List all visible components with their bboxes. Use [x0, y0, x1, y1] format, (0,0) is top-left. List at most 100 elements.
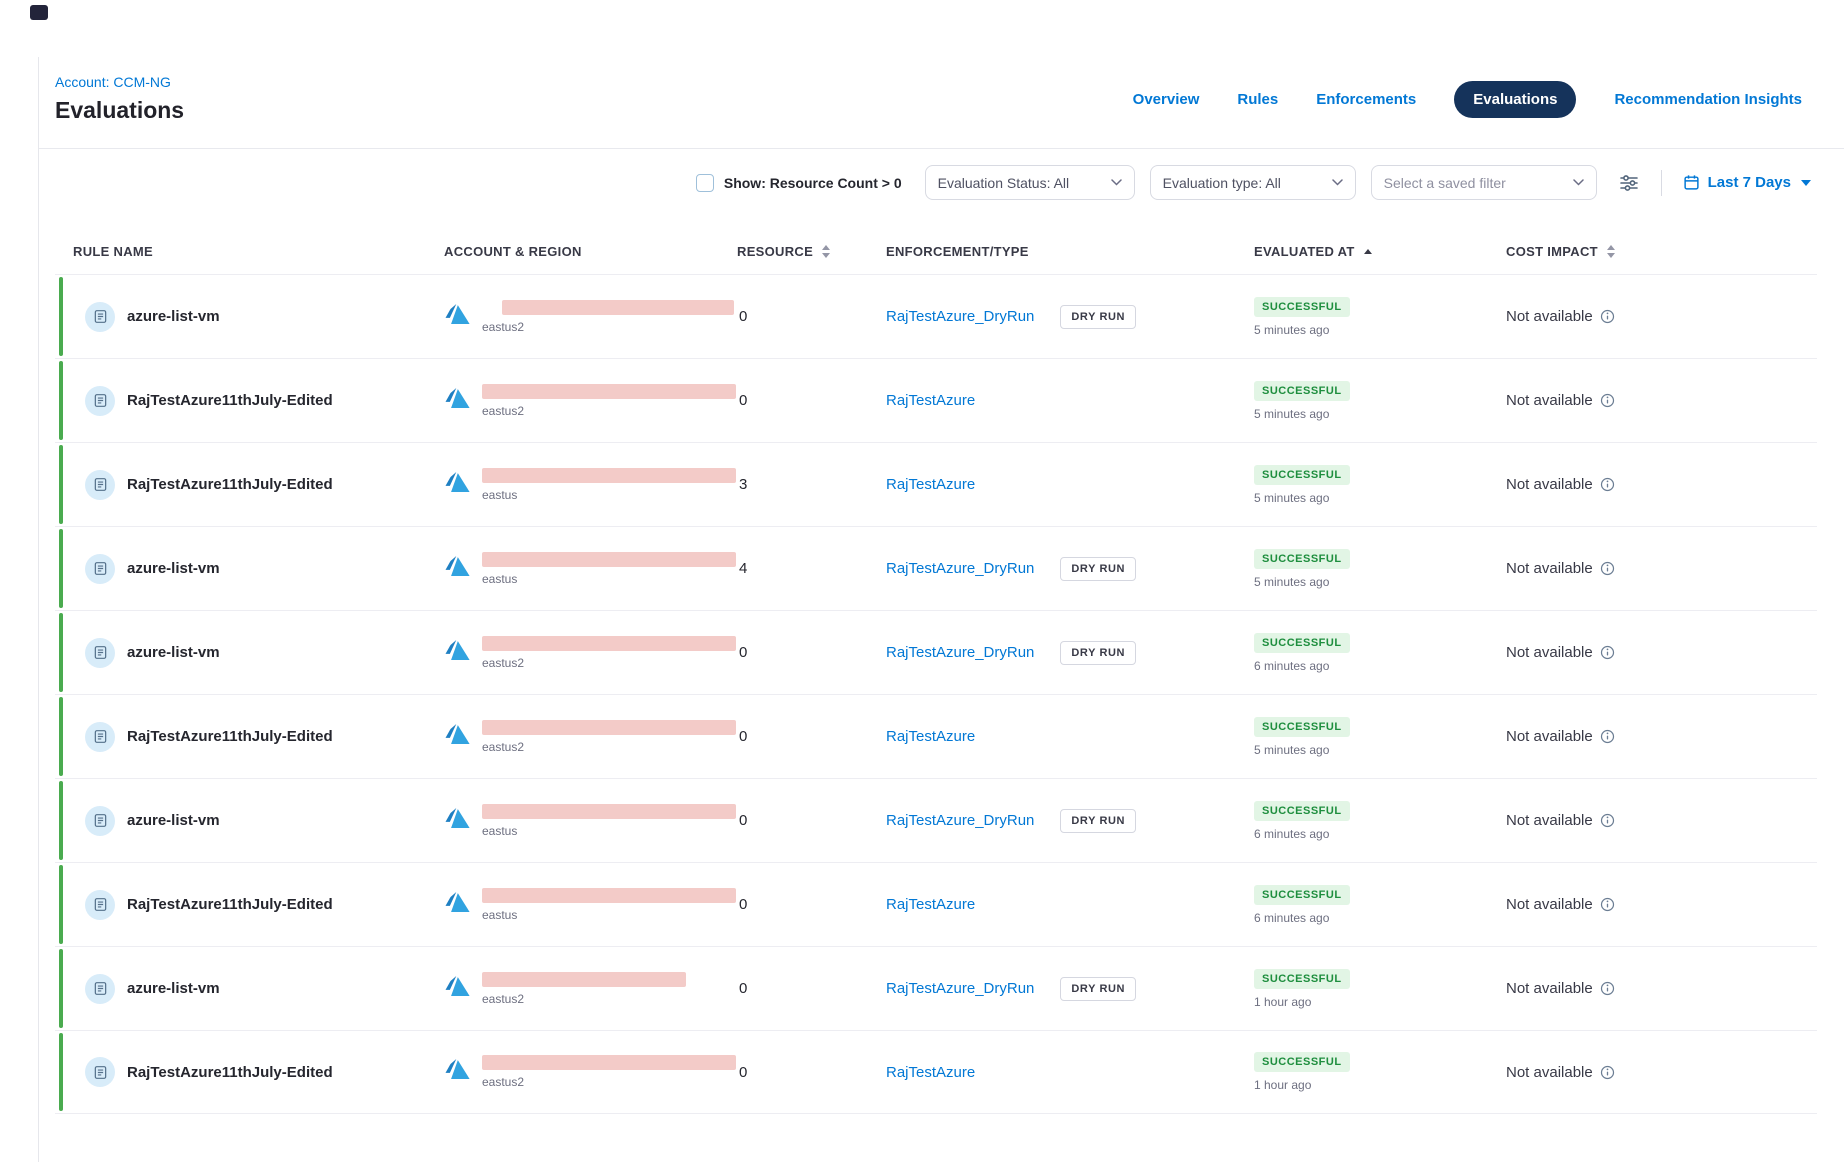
region-label: eastus [482, 488, 736, 502]
header-left: Account: CCM-NG Evaluations [55, 74, 184, 124]
saved-filter-select[interactable]: Select a saved filter [1371, 165, 1597, 200]
account-region-cell: eastus [444, 804, 737, 838]
enforcement-link[interactable]: RajTestAzure_DryRun [886, 560, 1034, 577]
rule-name: RajTestAzure11thJuly-Edited [127, 728, 333, 745]
tab-rules[interactable]: Rules [1237, 91, 1278, 108]
chevron-down-icon [1573, 179, 1584, 186]
region-label: eastus2 [482, 320, 734, 334]
info-icon[interactable] [1600, 813, 1615, 828]
region-label: eastus [482, 824, 736, 838]
rule-name-cell: RajTestAzure11thJuly-Edited [55, 890, 444, 920]
table-body: azure-list-vm eastus2 0 [55, 274, 1817, 1114]
tab-recommendation-insights[interactable]: Recommendation Insights [1614, 91, 1802, 108]
evaluated-time: 1 hour ago [1254, 1078, 1311, 1092]
dry-run-badge: DRY RUN [1060, 809, 1136, 833]
tab-enforcements[interactable]: Enforcements [1316, 91, 1416, 108]
resource-count-checkbox[interactable] [696, 174, 714, 192]
column-cost-impact[interactable]: COST IMPACT [1506, 244, 1817, 259]
info-icon[interactable] [1600, 309, 1615, 324]
enforcement-link[interactable]: RajTestAzure_DryRun [886, 644, 1034, 661]
enforcement-cell: RajTestAzure_DryRun DRY RUN [886, 557, 1254, 581]
table-row: RajTestAzure11thJuly-Edited eastus2 0 [55, 358, 1817, 442]
account-name-redacted [482, 804, 736, 819]
table-row: azure-list-vm eastus2 0 [55, 946, 1817, 1030]
evaluation-type-select[interactable]: Evaluation type: All [1150, 165, 1356, 200]
table-header: RULE NAME ACCOUNT & REGION RESOURCE ENFO… [55, 228, 1817, 274]
sort-asc-icon[interactable] [1364, 249, 1372, 254]
enforcement-cell: RajTestAzure [886, 1064, 1254, 1081]
enforcement-link[interactable]: RajTestAzure [886, 476, 975, 493]
info-icon[interactable] [1600, 645, 1615, 660]
tab-overview[interactable]: Overview [1133, 91, 1200, 108]
resource-count: 0 [737, 980, 886, 997]
rule-icon [85, 386, 115, 416]
cost-impact-value: Not available [1506, 560, 1593, 577]
top-nav: Overview Rules Enforcements Evaluations … [1133, 81, 1802, 118]
evaluated-at-cell: SUCCESSFUL 5 minutes ago [1254, 717, 1506, 757]
column-evaluated-at[interactable]: EVALUATED AT [1254, 244, 1506, 259]
evaluation-status-select[interactable]: Evaluation Status: All [925, 165, 1135, 200]
info-icon[interactable] [1600, 729, 1615, 744]
date-range-picker[interactable]: Last 7 Days [1677, 173, 1817, 192]
status-badge: SUCCESSFUL [1254, 1052, 1350, 1072]
table-row: azure-list-vm eastus2 0 [55, 274, 1817, 358]
tab-evaluations[interactable]: Evaluations [1454, 81, 1576, 118]
resource-count-filter[interactable]: Show: Resource Count > 0 [696, 174, 902, 192]
filter-settings-button[interactable] [1612, 169, 1646, 197]
account-info: eastus [482, 552, 736, 586]
account-info: eastus [482, 804, 736, 838]
evaluation-type-value: Evaluation type: All [1163, 175, 1281, 191]
sort-icon-cost-impact[interactable] [1607, 245, 1615, 258]
table-row: azure-list-vm eastus 4 [55, 526, 1817, 610]
cost-impact-cell: Not available [1506, 392, 1817, 409]
account-region-cell: eastus2 [444, 720, 737, 754]
account-info: eastus2 [482, 972, 686, 1006]
table-row: azure-list-vm eastus 0 [55, 778, 1817, 862]
evaluated-at-cell: SUCCESSFUL 5 minutes ago [1254, 549, 1506, 589]
info-icon[interactable] [1600, 1065, 1615, 1080]
column-resource[interactable]: RESOURCE [737, 244, 886, 259]
resource-count: 0 [737, 644, 886, 661]
breadcrumb-account[interactable]: Account: CCM-NG [55, 74, 184, 90]
enforcement-link[interactable]: RajTestAzure_DryRun [886, 980, 1034, 997]
info-icon[interactable] [1600, 981, 1615, 996]
cost-impact-cell: Not available [1506, 1064, 1817, 1081]
info-icon[interactable] [1600, 561, 1615, 576]
rule-icon [85, 302, 115, 332]
info-icon[interactable] [1600, 477, 1615, 492]
evaluated-at-cell: SUCCESSFUL 5 minutes ago [1254, 297, 1506, 337]
rule-name-cell: RajTestAzure11thJuly-Edited [55, 722, 444, 752]
account-region-cell: eastus2 [444, 1055, 737, 1089]
azure-icon [444, 974, 471, 1003]
enforcement-cell: RajTestAzure_DryRun DRY RUN [886, 809, 1254, 833]
dry-run-badge: DRY RUN [1060, 977, 1136, 1001]
enforcement-link[interactable]: RajTestAzure_DryRun [886, 308, 1034, 325]
account-region-cell: eastus [444, 468, 737, 502]
evaluated-time: 5 minutes ago [1254, 575, 1329, 589]
enforcement-link[interactable]: RajTestAzure [886, 1064, 975, 1081]
status-badge: SUCCESSFUL [1254, 801, 1350, 821]
enforcement-link[interactable]: RajTestAzure_DryRun [886, 812, 1034, 829]
info-icon[interactable] [1600, 897, 1615, 912]
table-row: RajTestAzure11thJuly-Edited eastus2 0 [55, 1030, 1817, 1114]
enforcement-link[interactable]: RajTestAzure [886, 392, 975, 409]
region-label: eastus2 [482, 740, 736, 754]
info-icon[interactable] [1600, 393, 1615, 408]
rule-name-cell: RajTestAzure11thJuly-Edited [55, 470, 444, 500]
evaluated-at-cell: SUCCESSFUL 5 minutes ago [1254, 465, 1506, 505]
enforcement-link[interactable]: RajTestAzure [886, 728, 975, 745]
resource-count: 0 [737, 812, 886, 829]
account-region-cell: eastus2 [444, 636, 737, 670]
evaluated-time: 6 minutes ago [1254, 911, 1329, 925]
status-badge: SUCCESSFUL [1254, 885, 1350, 905]
sort-icon-resource[interactable] [822, 245, 830, 258]
enforcement-cell: RajTestAzure [886, 392, 1254, 409]
cost-impact-value: Not available [1506, 392, 1593, 409]
account-region-cell: eastus2 [444, 300, 737, 334]
account-info: eastus2 [482, 720, 736, 754]
rule-name: RajTestAzure11thJuly-Edited [127, 392, 333, 409]
enforcement-link[interactable]: RajTestAzure [886, 896, 975, 913]
rule-name: azure-list-vm [127, 980, 220, 997]
content-left-divider [38, 57, 39, 1162]
status-badge: SUCCESSFUL [1254, 381, 1350, 401]
